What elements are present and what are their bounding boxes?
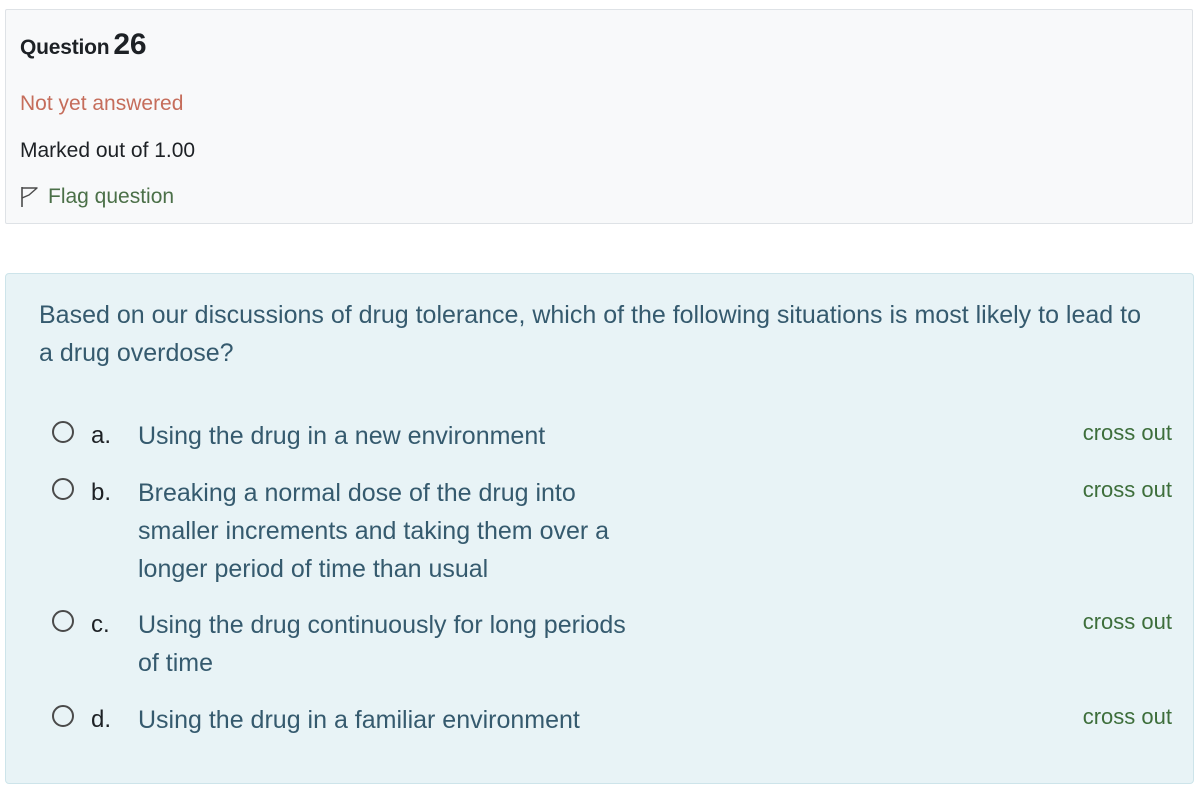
question-title: Question 26 [20, 28, 147, 62]
answer-d-letter: d. [91, 706, 112, 733]
question-text: Based on our discussions of drug toleran… [39, 301, 1141, 367]
answer-b-cross-out-link[interactable]: cross out [1083, 471, 1172, 509]
answer-c-letter: c. [91, 611, 110, 638]
question-number: 26 [113, 28, 147, 61]
question-label: Question [20, 36, 110, 59]
question-grade: Marked out of 1.00 [20, 139, 196, 162]
answer-a-text[interactable]: Using the drug in a new environment [138, 417, 628, 455]
answer-b-radio[interactable] [52, 478, 74, 500]
flag-question-label: Flag question [48, 185, 175, 208]
answer-d-text[interactable]: Using the drug in a familiar environment [138, 701, 658, 739]
answer-a-cross-out-link[interactable]: cross out [1083, 414, 1172, 452]
flag-question-link[interactable]: Flag question [20, 185, 174, 209]
answer-a-radio[interactable] [52, 421, 74, 443]
answer-b-text[interactable]: Breaking a normal dose of the drug into … [138, 474, 628, 588]
answer-c-radio[interactable] [52, 610, 74, 632]
answer-a-letter: a. [91, 422, 112, 449]
question-state: Not yet answered [20, 92, 184, 115]
answer-c-text[interactable]: Using the drug continuously for long per… [138, 606, 628, 682]
answer-d-radio[interactable] [52, 705, 74, 727]
answer-c-cross-out-link[interactable]: cross out [1083, 603, 1172, 641]
answer-d-cross-out-link[interactable]: cross out [1083, 698, 1172, 736]
question-content-panel: Based on our discussions of drug toleran… [5, 273, 1194, 784]
answer-b-letter: b. [91, 479, 112, 506]
flag-icon [21, 187, 38, 207]
question-info-panel: Question 26 Not yet answered Marked out o… [5, 9, 1193, 224]
